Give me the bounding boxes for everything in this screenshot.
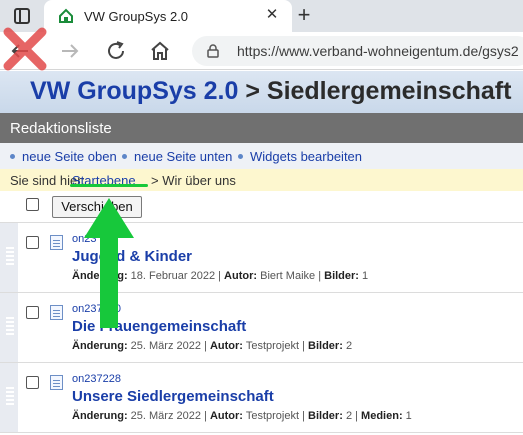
browser-tab[interactable]: VW GroupSys 2.0 ✕ — [44, 0, 292, 32]
document-icon — [50, 235, 63, 250]
favicon-icon — [59, 8, 73, 23]
window-icon[interactable] — [14, 8, 30, 24]
document-icon — [50, 305, 63, 320]
browser-tab-bar: VW GroupSys 2.0 ✕ + — [0, 0, 523, 32]
list-item: on237228 Unsere Siedlergemeinschaft Ände… — [0, 363, 523, 433]
app-header: VW GroupSys 2.0 > Siedlergemeinschaft — [0, 71, 523, 113]
row-checkbox[interactable] — [26, 306, 39, 319]
plus-icon[interactable]: + — [292, 4, 316, 28]
row-meta: Änderung: 25. März 2022 | Autor: Testpro… — [72, 410, 412, 422]
section-bar: Redaktionsliste — [0, 113, 523, 143]
green-arrow-annotation — [84, 198, 134, 328]
row-checkbox[interactable] — [26, 376, 39, 389]
lock-icon — [207, 44, 219, 58]
close-icon[interactable]: ✕ — [262, 5, 282, 25]
row-meta: Änderung: 25. März 2022 | Autor: Testpro… — [72, 340, 353, 352]
browser-nav-bar: https://www.verband-wohneigentum.de/gsys… — [0, 32, 523, 70]
drag-handle-icon[interactable] — [0, 223, 18, 292]
row-title[interactable]: Unsere Siedlergemeinschaft — [72, 388, 274, 405]
new-page-bottom-link[interactable]: neue Seite unten — [122, 149, 232, 164]
list-toolbar: Verschieben — [0, 191, 523, 223]
row-id[interactable]: on237228 — [72, 373, 121, 385]
breadcrumb-current: > Wir über uns — [151, 173, 236, 188]
url-text: https://www.verband-wohneigentum.de/gsys… — [237, 43, 519, 59]
app-subtitle: > Siedlergemeinschaft — [245, 77, 512, 105]
app-title: VW GroupSys 2.0 — [30, 77, 239, 105]
edit-widgets-link[interactable]: Widgets bearbeiten — [238, 149, 362, 164]
list-item: on237230 Die Frauengemeinschaft Änderung… — [0, 293, 523, 363]
reload-icon[interactable] — [104, 39, 128, 63]
document-icon — [50, 375, 63, 390]
list-item: on23 Jugend & Kinder Änderung: 18. Febru… — [0, 223, 523, 293]
red-cross-annotation — [3, 27, 47, 71]
new-page-top-link[interactable]: neue Seite oben — [10, 149, 117, 164]
home-icon[interactable] — [148, 39, 172, 63]
section-title: Redaktionsliste — [10, 120, 112, 137]
address-bar[interactable]: https://www.verband-wohneigentum.de/gsys… — [192, 36, 523, 66]
tab-title: VW GroupSys 2.0 — [84, 9, 189, 24]
page-title: VW GroupSys 2.0 > Siedlergemeinschaft — [30, 77, 511, 106]
drag-handle-icon[interactable] — [0, 363, 18, 432]
breadcrumb: Sie sind hier: Startebene > Wir über uns — [0, 169, 523, 191]
select-all-checkbox[interactable] — [26, 198, 39, 211]
green-underline-annotation — [70, 184, 148, 187]
forward-arrow-icon[interactable] — [58, 39, 82, 63]
drag-handle-icon[interactable] — [0, 293, 18, 362]
row-checkbox[interactable] — [26, 236, 39, 249]
action-bar: neue Seite oben neue Seite unten Widgets… — [0, 143, 523, 169]
